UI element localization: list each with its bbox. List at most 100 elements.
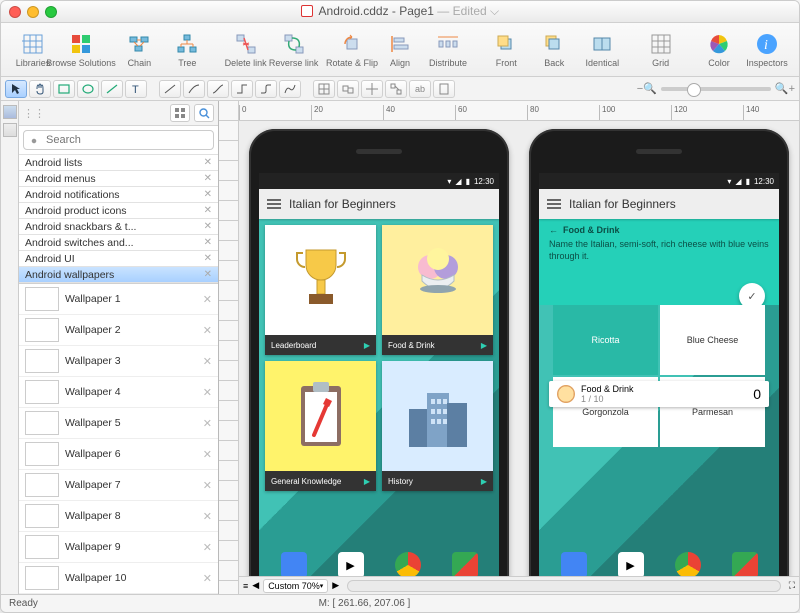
strip-icon[interactable]: [3, 123, 17, 137]
toolbar-front-button[interactable]: Front: [484, 32, 528, 68]
page-nav-next[interactable]: ▶: [332, 580, 339, 591]
toolbar-revlink-button[interactable]: Reverse link: [272, 32, 316, 68]
connector-direct[interactable]: [159, 80, 181, 98]
rect-tool[interactable]: [53, 80, 75, 98]
snap-object-tool[interactable]: [337, 80, 359, 98]
chevron-down-icon[interactable]: ⌵: [490, 4, 499, 18]
library-item[interactable]: Wallpaper 4✕: [19, 377, 218, 408]
window-zoom-button[interactable]: [45, 6, 57, 18]
category-close-icon[interactable]: ✕: [204, 189, 212, 200]
category-close-icon[interactable]: ✕: [204, 253, 212, 264]
category-item[interactable]: Android lists✕: [19, 155, 218, 171]
library-item[interactable]: Wallpaper 6✕: [19, 439, 218, 470]
category-close-icon[interactable]: ✕: [204, 173, 212, 184]
connector-spline[interactable]: [279, 80, 301, 98]
dock-docs-icon[interactable]: [561, 552, 587, 576]
dock-play-icon[interactable]: ▶: [338, 552, 364, 576]
category-close-icon[interactable]: ✕: [204, 205, 212, 216]
snap-page-tool[interactable]: [433, 80, 455, 98]
category-close-icon[interactable]: ✕: [204, 269, 212, 280]
play-icon[interactable]: ▶: [481, 341, 487, 350]
snap-text-tool[interactable]: ab: [409, 80, 431, 98]
dock-maps-icon[interactable]: [732, 552, 758, 576]
library-item-close-icon[interactable]: ✕: [203, 541, 212, 554]
hamburger-icon[interactable]: [267, 199, 281, 209]
library-item-close-icon[interactable]: ✕: [203, 510, 212, 523]
page-nav-first[interactable]: ≡: [243, 581, 248, 591]
library-item-close-icon[interactable]: ✕: [203, 448, 212, 461]
category-item[interactable]: Android wallpapers✕: [19, 267, 218, 283]
library-item-close-icon[interactable]: ✕: [203, 293, 212, 306]
zoom-out-icon[interactable]: −🔍: [637, 82, 657, 95]
library-item-close-icon[interactable]: ✕: [203, 355, 212, 368]
library-item[interactable]: Wallpaper 5✕: [19, 408, 218, 439]
library-item-close-icon[interactable]: ✕: [203, 572, 212, 585]
category-item[interactable]: Android notifications✕: [19, 187, 218, 203]
category-item[interactable]: Android menus✕: [19, 171, 218, 187]
window-minimize-button[interactable]: [27, 6, 39, 18]
play-icon[interactable]: ▶: [481, 477, 487, 486]
library-item[interactable]: Wallpaper 1✕: [19, 284, 218, 315]
play-icon[interactable]: ▶: [364, 477, 370, 486]
library-item[interactable]: Wallpaper 2✕: [19, 315, 218, 346]
library-item[interactable]: Wallpaper 8✕: [19, 501, 218, 532]
library-item[interactable]: Wallpaper 10✕: [19, 563, 218, 594]
sidebar-drag-icon[interactable]: ⋮⋮: [23, 107, 33, 120]
home-card[interactable]: Leaderboard▶: [265, 225, 376, 355]
snap-connector-tool[interactable]: [385, 80, 407, 98]
library-item-close-icon[interactable]: ✕: [203, 386, 212, 399]
page-nav-prev[interactable]: ◀: [252, 580, 259, 591]
library-item[interactable]: Wallpaper 9✕: [19, 532, 218, 563]
connector-bezier[interactable]: [207, 80, 229, 98]
category-close-icon[interactable]: ✕: [204, 237, 212, 248]
dock-play-icon[interactable]: ▶: [618, 552, 644, 576]
zoom-in-icon[interactable]: 🔍+: [775, 82, 795, 95]
toolbar-align-button[interactable]: Align: [378, 32, 422, 68]
category-item[interactable]: Android UI✕: [19, 251, 218, 267]
category-item[interactable]: Android switches and...✕: [19, 235, 218, 251]
toolbar-color-button[interactable]: Color: [697, 32, 741, 68]
connector-round[interactable]: [255, 80, 277, 98]
toolbar-distribute-button[interactable]: Distribute: [426, 32, 470, 68]
category-item[interactable]: Android snackbars & t...✕: [19, 219, 218, 235]
home-card[interactable]: Food & Drink▶: [382, 225, 493, 355]
quiz-answer[interactable]: Ricotta: [553, 305, 658, 375]
quiz-answer[interactable]: Blue Cheese: [660, 305, 765, 375]
hand-tool[interactable]: [29, 80, 51, 98]
view-grid-icon[interactable]: [170, 104, 190, 122]
toolbar-browse-button[interactable]: Browse Solutions: [59, 32, 103, 68]
connector-arc[interactable]: [183, 80, 205, 98]
category-close-icon[interactable]: ✕: [204, 157, 212, 168]
search-toggle-icon[interactable]: [194, 104, 214, 122]
zoom-slider[interactable]: [661, 87, 771, 91]
library-item-close-icon[interactable]: ✕: [203, 479, 212, 492]
library-item-close-icon[interactable]: ✕: [203, 324, 212, 337]
back-arrow-icon[interactable]: ←: [549, 225, 558, 235]
toolbar-tree-button[interactable]: Tree: [165, 32, 209, 68]
dock-docs-icon[interactable]: [281, 552, 307, 576]
toolbar-inspectors-button[interactable]: iInspectors: [745, 32, 789, 68]
library-item-close-icon[interactable]: ✕: [203, 417, 212, 430]
pointer-tool[interactable]: [5, 80, 27, 98]
canvas[interactable]: ▾ ◢ ▮ 12:30 Italian for Beginners Leader…: [239, 121, 799, 576]
snap-guides-tool[interactable]: [361, 80, 383, 98]
library-item[interactable]: Wallpaper 3✕: [19, 346, 218, 377]
toolbar-chain-button[interactable]: Chain: [117, 32, 161, 68]
home-card[interactable]: General Knowledge▶: [265, 361, 376, 491]
toolbar-identical-button[interactable]: Identical: [580, 32, 624, 68]
play-icon[interactable]: ▶: [364, 341, 370, 350]
toolbar-back-button[interactable]: Back: [532, 32, 576, 68]
snap-grid-tool[interactable]: [313, 80, 335, 98]
hamburger-icon[interactable]: [547, 199, 561, 209]
line-tool[interactable]: [101, 80, 123, 98]
strip-icon[interactable]: [3, 105, 17, 119]
category-close-icon[interactable]: ✕: [204, 221, 212, 232]
ellipse-tool[interactable]: [77, 80, 99, 98]
toolbar-grid-button[interactable]: Grid: [639, 32, 683, 68]
horizontal-scrollbar[interactable]: [347, 580, 781, 592]
dock-maps-icon[interactable]: [452, 552, 478, 576]
phone-mockup-left[interactable]: ▾ ◢ ▮ 12:30 Italian for Beginners Leader…: [249, 129, 509, 576]
phone-mockup-right[interactable]: ▾ ◢ ▮ 12:30 Italian for Beginners ← Food…: [529, 129, 789, 576]
dock-chrome-icon[interactable]: [675, 552, 701, 576]
window-close-button[interactable]: [9, 6, 21, 18]
